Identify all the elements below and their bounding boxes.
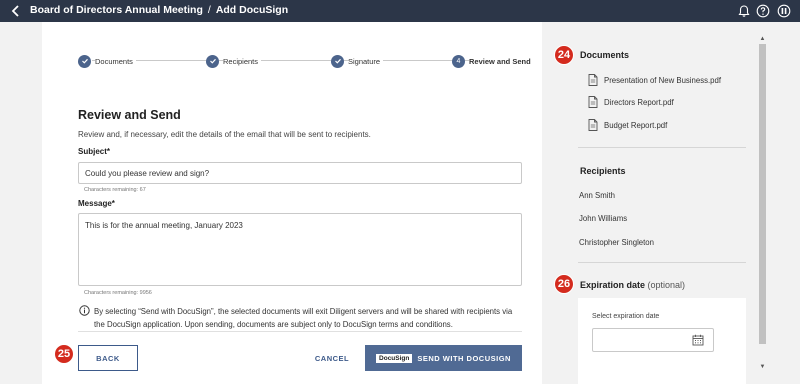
breadcrumb: Board of Directors Annual Meeting / Add Do…	[30, 4, 288, 16]
breadcrumb-current: Add DocuSign	[215, 4, 289, 16]
message-hint: Characters remaining: 9956	[84, 290, 152, 296]
divider	[578, 147, 746, 148]
expiration-optional: (optional)	[647, 280, 686, 290]
divider	[78, 331, 522, 332]
bell-icon[interactable]	[737, 4, 751, 18]
page-title: Review and Send	[78, 108, 181, 122]
send-with-docusign-button[interactable]: DocuSign SEND WITH DOCUSIGN	[365, 345, 522, 371]
step-label: Review and Send	[469, 56, 534, 66]
breadcrumb-parent[interactable]: Board of Directors Annual Meeting	[30, 4, 203, 16]
scroll-down-arrow[interactable]: ▼	[759, 364, 766, 370]
expiration-title: Expiration date	[580, 280, 646, 290]
top-bar: Board of Directors Annual Meeting / Add Do…	[0, 0, 800, 22]
back-button[interactable]: BACK	[78, 345, 138, 371]
documents-heading: Documents	[580, 50, 630, 60]
step-number: 4	[452, 54, 465, 68]
document-icon	[588, 119, 598, 131]
expiration-date-label: Select expiration date	[592, 313, 660, 320]
callout-badge-25: 25	[54, 344, 74, 364]
document-name: Presentation of New Business.pdf	[604, 75, 722, 85]
cancel-button[interactable]: CANCEL	[310, 345, 354, 371]
document-item[interactable]: Directors Report.pdf	[588, 96, 674, 108]
step-label: Signature	[348, 56, 384, 66]
info-icon	[79, 305, 90, 316]
message-label: Message*	[78, 199, 115, 208]
help-icon[interactable]	[756, 4, 770, 18]
recipients-heading: Recipients	[580, 166, 626, 176]
document-name: Budget Report.pdf	[604, 120, 668, 130]
message-textarea[interactable]: This is for the annual meeting, January …	[78, 213, 522, 286]
expiration-heading: Expiration date (optional)	[580, 280, 685, 290]
breadcrumb-separator: /	[207, 4, 211, 16]
subject-hint: Characters remaining: 67	[84, 187, 146, 193]
scroll-up-arrow[interactable]: ▲	[759, 36, 766, 42]
step-label: Documents	[95, 56, 136, 66]
subject-input[interactable]: Could you please review and sign?	[78, 162, 522, 184]
page-description: Review and, if necessary, edit the detai…	[78, 130, 371, 139]
recipient-item: John Williams	[579, 214, 628, 223]
step-recipients[interactable]: Recipients	[206, 54, 262, 68]
step-signature[interactable]: Signature	[331, 54, 384, 68]
divider	[578, 262, 746, 263]
stepper: Documents Recipients Signature 4 Review …	[78, 54, 534, 68]
document-item[interactable]: Presentation of New Business.pdf	[588, 74, 721, 86]
stepper-line	[92, 60, 512, 61]
step-label: Recipients	[223, 56, 262, 66]
recipient-item: Ann Smith	[579, 191, 615, 200]
docusign-logo: DocuSign	[376, 353, 413, 363]
document-name: Directors Report.pdf	[604, 97, 674, 107]
document-icon	[588, 74, 598, 86]
profile-icon[interactable]	[777, 4, 791, 18]
callout-badge-26: 26	[554, 274, 574, 294]
check-icon	[331, 54, 344, 68]
step-review-and-send: 4 Review and Send	[452, 54, 534, 68]
notice-text: By selecting “Send with DocuSign”, the s…	[94, 307, 513, 329]
document-item[interactable]: Budget Report.pdf	[588, 119, 667, 131]
document-icon	[588, 96, 598, 108]
calendar-icon[interactable]	[692, 334, 704, 346]
recipient-item: Christopher Singleton	[579, 238, 654, 247]
chevron-left-icon[interactable]	[9, 3, 23, 19]
step-documents[interactable]: Documents	[78, 54, 136, 68]
check-icon	[206, 54, 219, 68]
send-button-label: SEND WITH DOCUSIGN	[417, 353, 511, 363]
subject-label: Subject*	[78, 147, 111, 156]
check-icon	[78, 54, 91, 68]
scrollbar-thumb[interactable]	[759, 44, 766, 344]
callout-badge-24: 24	[554, 45, 574, 65]
